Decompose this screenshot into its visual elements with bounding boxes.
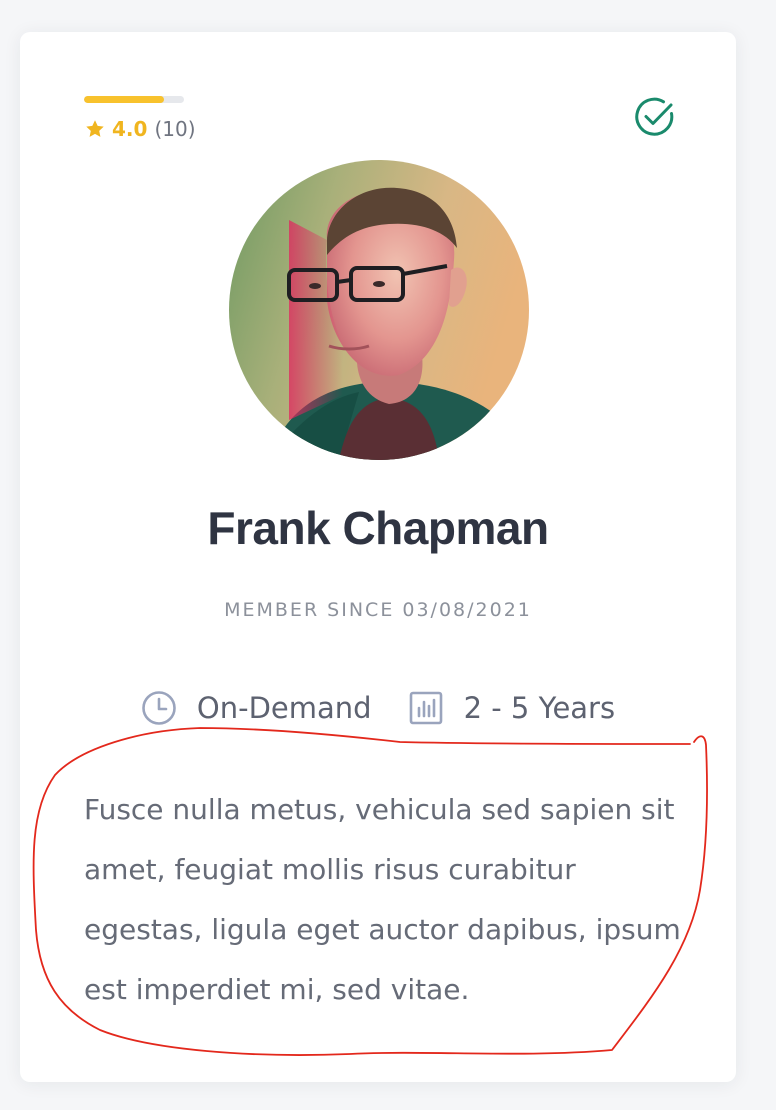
experience-label: 2 - 5 Years — [463, 691, 616, 725]
profile-card: 4.0 (10) Frank Chapman MEMBER SINCE 03/0… — [20, 32, 736, 1082]
rating-count: (10) — [154, 117, 196, 141]
profile-description: Fusce nulla metus, vehicula sed sapien s… — [84, 793, 681, 1006]
experience-item: 2 - 5 Years — [408, 688, 616, 728]
star-icon — [86, 120, 104, 137]
rating-summary: 4.0 (10) — [84, 116, 196, 142]
profile-meta: On-Demand 2 - 5 Years — [20, 688, 736, 728]
clock-icon — [142, 691, 176, 725]
check-circle-icon — [635, 97, 674, 136]
rating-progress-bar — [84, 96, 184, 103]
availability-item: On-Demand — [141, 688, 372, 728]
bar-chart-icon — [409, 691, 442, 725]
avatar-photo — [229, 160, 529, 460]
avatar — [229, 160, 529, 460]
rating-score: 4.0 — [112, 117, 148, 141]
rating-progress-fill — [84, 96, 164, 103]
availability-label: On-Demand — [196, 691, 372, 725]
member-since-label: MEMBER SINCE 03/08/2021 — [224, 599, 532, 621]
profile-name: Frank Chapman — [207, 502, 549, 554]
